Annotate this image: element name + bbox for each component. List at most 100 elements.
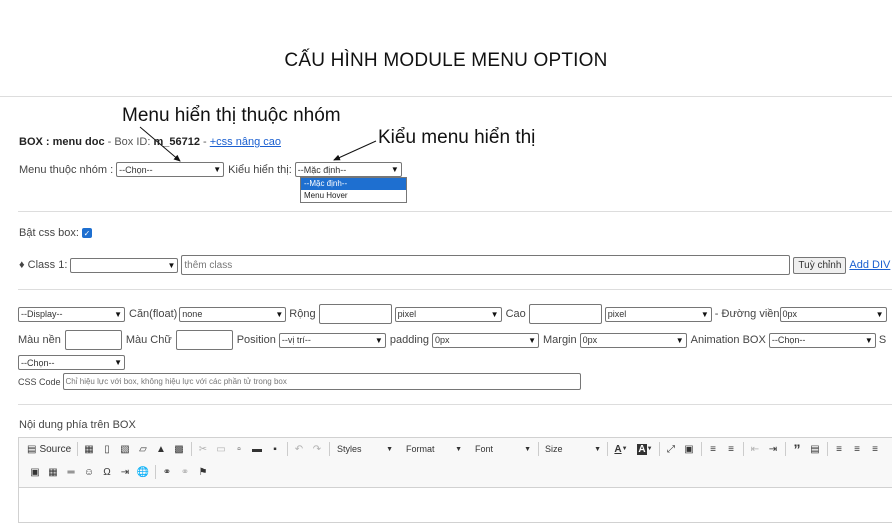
document-icon[interactable]: ▱ [135, 441, 151, 457]
smiley-icon[interactable]: ☺ [81, 464, 97, 480]
annotation-group-menu: Menu hiển thị thuộc nhóm [122, 105, 341, 126]
indent-icon[interactable]: ⇥ [765, 441, 781, 457]
menu-type-label: Kiểu hiển thị: [228, 163, 292, 176]
save-icon[interactable]: ▦ [81, 441, 97, 457]
menu-type-dropdown: --Mặc định-- Menu Hover [300, 177, 407, 203]
paste-word-icon[interactable]: ▪ [267, 441, 283, 457]
paste-icon[interactable]: ▫ [231, 441, 247, 457]
header-divider [0, 96, 892, 97]
templates-icon[interactable]: ▧ [117, 441, 133, 457]
dropdown-option[interactable]: --Mặc định-- [301, 178, 406, 190]
unlink-icon[interactable]: ⚭ [177, 464, 193, 480]
bg-color-label: Màu nền [18, 334, 61, 346]
float-label: Căn(float) [129, 308, 178, 320]
source-button[interactable]: ▤ Source [27, 441, 71, 457]
preview-icon[interactable]: ▲ [153, 441, 169, 457]
toolbar-separator [538, 442, 539, 456]
css-box-checkbox[interactable]: ✓ [81, 228, 92, 238]
dropdown-option[interactable]: Menu Hover [301, 190, 406, 202]
height-input[interactable] [528, 304, 602, 324]
undo-icon[interactable]: ↶ [291, 441, 307, 457]
width-input[interactable] [318, 304, 392, 324]
menu-group-select[interactable]: --Chọn-- ▼ [116, 162, 225, 177]
section-divider [18, 289, 892, 290]
toolbar-separator [155, 465, 156, 479]
iframe-icon[interactable]: 🌐 [135, 464, 151, 480]
link-icon[interactable]: ⚭ [159, 464, 175, 480]
editor-toolbar: ▤ Source ▦ ▯ ▧ ▱ ▲ ▩ ✂ ▭ ▫ ▬ ▪ ↶ ↷ Style… [19, 438, 892, 488]
section-divider [18, 211, 892, 212]
format-combo[interactable]: Format ▼ [402, 441, 466, 457]
div-container-icon[interactable]: ▤ [807, 441, 823, 457]
horizontal-line-icon[interactable]: ═ [63, 464, 79, 480]
cut-icon[interactable]: ✂ [195, 441, 211, 457]
class-select[interactable]: ▼ [70, 257, 179, 273]
print-icon[interactable]: ▩ [171, 441, 187, 457]
text-color-input[interactable] [175, 330, 233, 350]
special-char-icon[interactable]: Ω [99, 464, 115, 480]
copy-icon[interactable]: ▭ [213, 441, 229, 457]
chevron-down-icon: ▼ [700, 309, 709, 319]
height-unit-select[interactable]: pixel ▼ [604, 306, 712, 322]
bg-color-icon[interactable]: A ▼ [635, 441, 655, 457]
position-select[interactable]: --vị trí-- ▼ [278, 332, 386, 348]
margin-label: Margin [543, 334, 577, 346]
css-code-input[interactable]: Chỉ hiệu lực với box, không hiệu lực với… [62, 373, 581, 390]
redo-icon[interactable]: ↷ [309, 441, 325, 457]
align-center-icon[interactable]: ≡ [849, 441, 865, 457]
css-box-row: Bật css box: ✓ [19, 227, 92, 239]
blockquote-icon[interactable]: ” [789, 441, 805, 457]
width-unit-select[interactable]: pixel ▼ [394, 306, 502, 322]
display-select[interactable]: --Display-- ▼ [18, 306, 125, 322]
show-blocks-icon[interactable]: ▣ [681, 441, 697, 457]
height-label: Cao [505, 308, 526, 320]
numbered-list-icon[interactable]: ≡ [705, 441, 721, 457]
menu-type-select[interactable]: --Mặc định-- ▼ [294, 162, 402, 177]
styles-combo[interactable]: Styles ▼ [333, 441, 397, 457]
padding-select[interactable]: 0px ▼ [432, 332, 539, 348]
menu-group-select-value: --Chọn-- [119, 164, 153, 175]
class-input[interactable]: thêm class [181, 255, 791, 275]
outdent-icon[interactable]: ⇤ [747, 441, 763, 457]
size-label: Size [545, 444, 563, 454]
chevron-down-icon: ▼ [114, 358, 122, 367]
extra-select[interactable]: --Chọn-- ▼ [18, 355, 125, 370]
page-title: CẤU HÌNH MODULE MENU OPTION [284, 50, 608, 71]
new-page-icon[interactable]: ▯ [99, 441, 115, 457]
toolbar-separator [607, 442, 608, 456]
class-row: ♦ Class 1: ▼ thêm class Tuỳ chỉnh Add DI… [19, 255, 890, 275]
animation-label: Animation BOX [690, 334, 766, 346]
anchor-flag-icon[interactable]: ⚑ [195, 464, 211, 480]
font-label: Font [475, 444, 494, 454]
chevron-down-icon: ▼ [490, 309, 499, 319]
bulleted-list-icon[interactable]: ≡ [723, 441, 739, 457]
text-color-icon[interactable]: A ▼ [611, 441, 631, 457]
custom-button[interactable]: Tuỳ chỉnh [793, 256, 847, 274]
align-left-icon[interactable]: ≡ [831, 441, 847, 457]
css-advanced-link[interactable]: +css nâng cao [210, 136, 281, 148]
box-id: m_56712 [153, 136, 200, 148]
maximize-icon[interactable]: ⤢ [663, 441, 679, 457]
margin-select[interactable]: 0px ▼ [579, 332, 687, 348]
size-combo[interactable]: Size ▼ [541, 441, 605, 457]
page-break-icon[interactable]: ⇥ [117, 464, 133, 480]
border-select[interactable]: 0px ▼ [779, 306, 887, 322]
css-code-label: CSS Code [18, 376, 61, 387]
toolbar-separator [827, 442, 828, 456]
toolbar-separator [77, 442, 78, 456]
align-right-icon[interactable]: ≡ [867, 441, 883, 457]
style-row-1: --Display-- ▼ Căn(float) none ▼ Rộng pix… [18, 304, 887, 324]
animation-select[interactable]: --Chọn-- ▼ [768, 332, 876, 348]
image-icon[interactable]: ▣ [27, 464, 43, 480]
toolbar-separator [785, 442, 786, 456]
table-icon[interactable]: ▦ [45, 464, 61, 480]
menu-group-label: Menu thuộc nhóm : [19, 163, 114, 176]
float-select[interactable]: none ▼ [179, 306, 287, 322]
font-combo[interactable]: Font ▼ [471, 441, 535, 457]
annotation-menu-type: Kiểu menu hiển thị [378, 127, 536, 148]
add-div-link[interactable]: Add DIV [849, 259, 890, 271]
bg-color-input[interactable] [64, 330, 122, 350]
css-code-row: CSS Code Chỉ hiệu lực với box, không hiệ… [18, 373, 581, 390]
chevron-down-icon: ▼ [455, 445, 462, 453]
paste-text-icon[interactable]: ▬ [249, 441, 265, 457]
